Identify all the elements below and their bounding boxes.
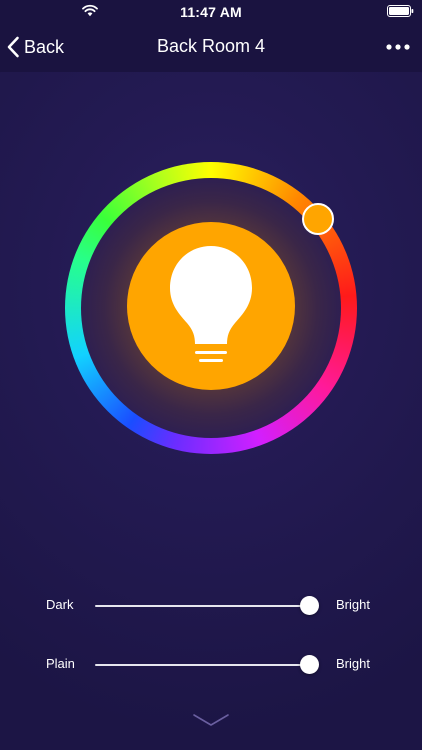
nav-bar: Back Back Room 4	[0, 22, 422, 72]
chevron-down-icon[interactable]	[192, 713, 230, 727]
brightness-slider-thumb[interactable]	[299, 596, 319, 615]
brightness-slider-track[interactable]	[95, 605, 316, 607]
saturation-min-label: Plain	[46, 656, 75, 671]
ellipsis-icon[interactable]	[384, 35, 412, 59]
page-title: Back Room 4	[156, 36, 266, 56]
saturation-slider-track[interactable]	[95, 664, 316, 666]
lightbulb-icon	[170, 246, 252, 362]
brightness-min-label: Dark	[46, 597, 74, 612]
battery-full-icon	[387, 5, 414, 17]
brightness-max-label: Bright	[336, 597, 370, 612]
status-time: 11:47 AM	[180, 4, 242, 20]
color-picker-handle[interactable]	[302, 203, 334, 235]
saturation-max-label: Bright	[336, 656, 370, 671]
status-bar: 11:47 AM	[0, 0, 422, 22]
saturation-slider-row: Plain Bright	[0, 650, 422, 680]
saturation-slider-thumb[interactable]	[299, 655, 319, 674]
brightness-slider-row: Dark Bright	[0, 591, 422, 621]
